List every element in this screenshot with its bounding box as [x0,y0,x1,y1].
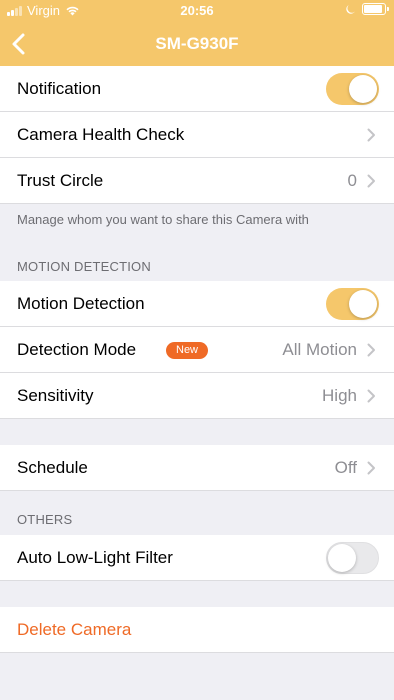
motion-detection-row: Motion Detection [0,281,394,327]
sensitivity-value: High [322,386,357,405]
motion-detection-label: Motion Detection [17,294,145,313]
toggle-knob [328,544,356,572]
chevron-right-icon [367,174,375,188]
low-light-filter-row: Auto Low-Light Filter [0,535,394,581]
sensitivity-row[interactable]: Sensitivity High [0,373,394,419]
delete-camera-label: Delete Camera [17,620,132,639]
chevron-right-icon [367,343,375,357]
schedule-group: Schedule Off [0,445,394,491]
notification-row: Notification [0,66,394,112]
toggle-knob [349,290,377,318]
page-title: SM-G930F [155,34,239,53]
low-light-filter-toggle[interactable] [326,542,379,574]
trust-circle-note: Manage whom you want to share this Camer… [17,212,309,227]
nav-bar: SM-G930F [0,22,394,66]
general-group: Notification Camera Health Check Trust C… [0,66,394,204]
motion-section-header: MOTION DETECTION [17,259,151,274]
new-badge: New [166,342,209,359]
header: Virgin 20:56 SM-G930F [0,0,394,66]
delete-camera-button[interactable]: Delete Camera [0,607,394,653]
notification-label: Notification [17,79,102,98]
camera-health-check-row[interactable]: Camera Health Check [0,112,394,158]
motion-detection-toggle[interactable] [326,288,379,320]
battery-icon [362,3,389,15]
toggle-knob [349,75,377,103]
chevron-right-icon [367,128,375,142]
trust-circle-label: Trust Circle [17,171,104,190]
schedule-value: Off [334,458,357,477]
sensitivity-label: Sensitivity [17,386,94,405]
detection-mode-value: All Motion [282,340,357,359]
status-time: 20:56 [180,3,214,18]
chevron-right-icon [367,461,375,475]
moon-icon [346,4,355,14]
camera-settings-screen: Virgin 20:56 SM-G930F Notification Camer… [0,0,394,700]
chevron-right-icon [367,389,375,403]
low-light-filter-label: Auto Low-Light Filter [17,548,173,567]
notification-toggle[interactable] [326,73,379,105]
danger-group: Delete Camera [0,607,394,653]
detection-mode-row[interactable]: Detection Mode New All Motion [0,327,394,373]
schedule-label: Schedule [17,458,88,477]
trust-circle-row[interactable]: Trust Circle 0 [0,158,394,204]
motion-group: Motion Detection Detection Mode New All … [0,281,394,419]
trust-circle-value: 0 [347,171,357,190]
detection-mode-label: Detection Mode [17,340,137,359]
status-bar: Virgin 20:56 [0,0,394,22]
schedule-row[interactable]: Schedule Off [0,445,394,491]
others-section-header: OTHERS [17,512,73,527]
others-group: Auto Low-Light Filter [0,535,394,581]
camera-health-check-label: Camera Health Check [17,125,185,144]
